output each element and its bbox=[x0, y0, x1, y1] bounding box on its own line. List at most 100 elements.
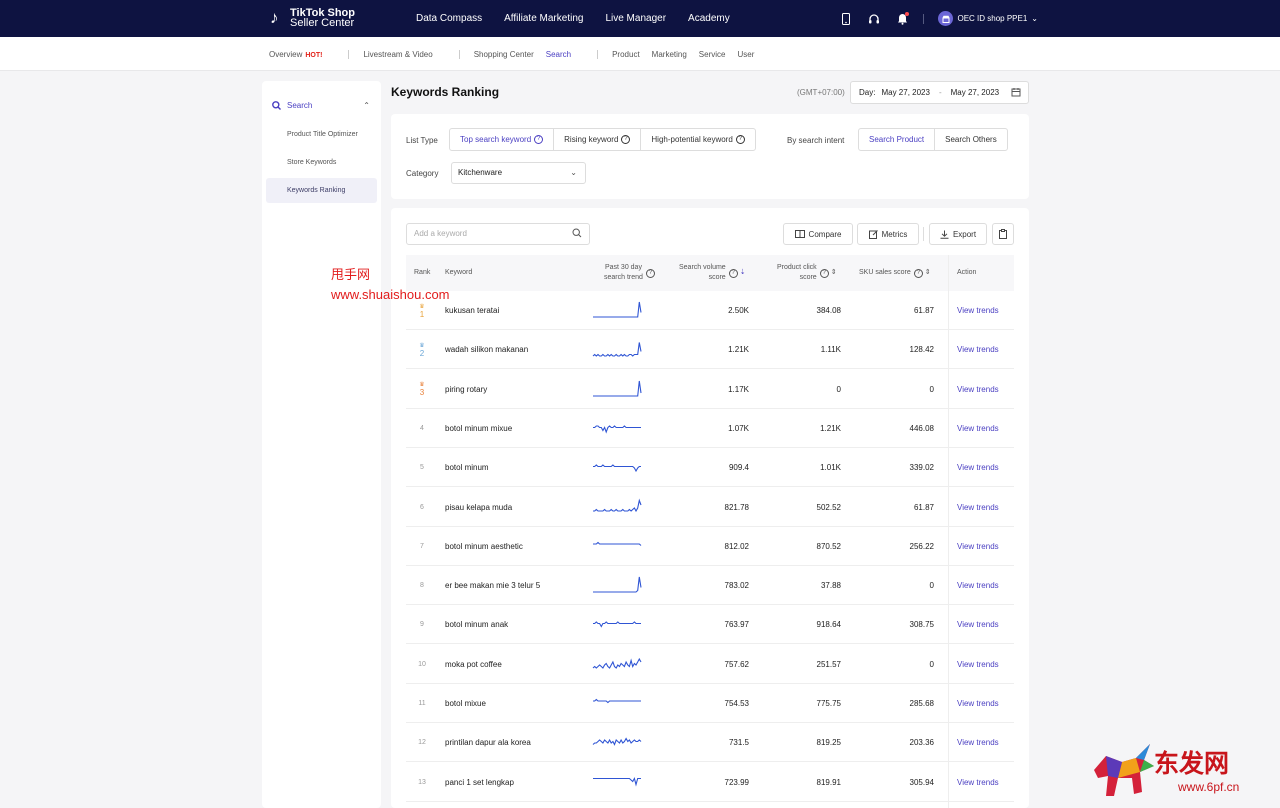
view-trends-link[interactable]: View trends bbox=[957, 448, 999, 487]
date-picker[interactable]: Day: May 27, 2023 - May 27, 2023 bbox=[850, 81, 1029, 104]
logo-line2: Seller Center bbox=[290, 17, 355, 29]
nav-affiliate-marketing[interactable]: Affiliate Marketing bbox=[504, 13, 583, 24]
view-trends-link[interactable]: View trends bbox=[957, 723, 999, 762]
keyword-cell: pisau kelapa muda bbox=[445, 502, 513, 512]
table-row: 8 er bee makan mie 3 telur 5 783.02 37.88 0 V… bbox=[406, 566, 1014, 606]
header-product-click[interactable]: Product click score ? ⇕ bbox=[777, 255, 837, 291]
subnav-livestream-video[interactable]: Livestream & Video bbox=[363, 50, 432, 59]
sidebar-item-keywords-ranking[interactable]: Keywords Ranking bbox=[266, 178, 377, 203]
view-trends-link[interactable]: View trends bbox=[957, 291, 999, 330]
watermark-brand-url: www.6pf.cn bbox=[1178, 780, 1240, 794]
sidebar-item-store-keywords[interactable]: Store Keywords bbox=[266, 150, 377, 175]
tiktok-shop-logo[interactable]: ♪ TikTok Shop Seller Center bbox=[270, 8, 355, 29]
keyword-cell: panci 1 set lengkap bbox=[445, 777, 514, 787]
trend-sparkline bbox=[593, 301, 642, 318]
trend-sparkline bbox=[593, 541, 642, 546]
table-row: 13 panci 1 set lengkap 723.99 819.91 305.94 V… bbox=[406, 763, 1014, 802]
search-volume-cell: 1.07K bbox=[728, 423, 749, 433]
product-click-cell: 819.91 bbox=[816, 777, 841, 787]
tab-search-others[interactable]: Search Others bbox=[935, 129, 1007, 150]
sku-sales-cell: 61.87 bbox=[913, 502, 934, 512]
view-trends-link[interactable]: View trends bbox=[957, 370, 999, 409]
view-trends-link[interactable]: View trends bbox=[957, 684, 999, 723]
table-row: ♛ 1 kukusan teratai 2.50K 384.08 61.87 View tr… bbox=[406, 291, 1014, 330]
subnav-service[interactable]: Service bbox=[699, 50, 726, 59]
tab-high-potential-keyword[interactable]: High-potential keyword? bbox=[641, 129, 754, 150]
search-volume-cell: 783.02 bbox=[724, 581, 749, 591]
view-trends-link[interactable]: View trends bbox=[957, 566, 999, 605]
subnav-product[interactable]: Product bbox=[612, 50, 640, 59]
timezone-label: (GMT+07:00) bbox=[797, 88, 845, 97]
trend-line bbox=[593, 301, 642, 318]
view-trends-link[interactable]: View trends bbox=[957, 645, 999, 684]
header-sku-sales[interactable]: SKU sales score ? ⇕ bbox=[859, 255, 931, 291]
product-click-cell: 918.64 bbox=[816, 620, 841, 630]
metrics-button[interactable]: Metrics bbox=[857, 223, 919, 245]
nav-data-compass[interactable]: Data Compass bbox=[416, 13, 482, 24]
category-label: Category bbox=[406, 169, 439, 178]
keyword-cell: piring rotary bbox=[445, 384, 488, 394]
table-row: 6 pisau kelapa muda 821.78 502.52 61.87 View … bbox=[406, 488, 1014, 527]
rank-cell: 13 bbox=[418, 778, 426, 786]
subnav-overview[interactable]: Overview HOT! bbox=[269, 50, 322, 59]
search-volume-cell: 821.78 bbox=[724, 502, 749, 512]
table-row: 4 botol minum mixue 1.07K 1.21K 446.08 View t… bbox=[406, 409, 1014, 448]
bell-icon[interactable] bbox=[895, 11, 910, 26]
search-volume-cell: 812.02 bbox=[724, 541, 749, 551]
page-title: Keywords Ranking bbox=[391, 85, 500, 99]
sku-sales-cell: 0 bbox=[929, 659, 934, 669]
rank-cell: 9 bbox=[420, 621, 424, 629]
help-icon: ? bbox=[819, 268, 829, 278]
shop-switcher[interactable]: OEC ID shop PPE1 ⌄ bbox=[938, 11, 1038, 26]
view-trends-link[interactable]: View trends bbox=[957, 409, 999, 448]
header-search-volume[interactable]: Search volume score ? ⇣ bbox=[679, 255, 746, 291]
view-trends-link[interactable]: View trends bbox=[957, 763, 999, 802]
table-header: Rank Keyword Past 30 day search trend ? S… bbox=[406, 255, 1014, 291]
view-trends-link[interactable]: View trends bbox=[957, 527, 999, 566]
tab-search-product[interactable]: Search Product bbox=[859, 129, 936, 150]
trend-line bbox=[593, 776, 641, 787]
subnav-user[interactable]: User bbox=[737, 50, 754, 59]
list-type-label: List Type bbox=[406, 136, 438, 145]
sidebar-section-search[interactable]: Search ⌃ bbox=[272, 101, 372, 110]
product-click-cell: 870.52 bbox=[816, 541, 841, 551]
hot-badge: HOT! bbox=[305, 51, 323, 59]
trend-line bbox=[593, 380, 642, 397]
trend-sparkline bbox=[593, 498, 642, 512]
keyword-search-input[interactable]: Add a keyword bbox=[406, 223, 590, 245]
table-row: 5 botol minum 909.4 1.01K 339.02 View trends bbox=[406, 448, 1014, 488]
download-icon bbox=[940, 230, 949, 239]
sku-sales-cell: 256.22 bbox=[909, 541, 934, 551]
trend-line bbox=[593, 464, 641, 473]
date-to: May 27, 2023 bbox=[950, 88, 1000, 97]
subnav-marketing[interactable]: Marketing bbox=[652, 50, 687, 59]
subnav-search[interactable]: Search bbox=[546, 50, 571, 59]
mobile-icon[interactable] bbox=[839, 12, 853, 26]
search-volume-cell: 1.21K bbox=[728, 345, 749, 355]
view-trends-link[interactable]: View trends bbox=[957, 488, 999, 527]
trend-sparkline bbox=[593, 464, 641, 473]
subnav-shopping-center[interactable]: Shopping Center bbox=[474, 50, 534, 59]
product-click-cell: 0 bbox=[836, 384, 841, 394]
headset-icon[interactable] bbox=[867, 12, 881, 26]
tab-rising-keyword[interactable]: Rising keyword? bbox=[554, 129, 642, 150]
view-trends-link[interactable]: View trends bbox=[957, 330, 999, 369]
export-button[interactable]: Export bbox=[929, 223, 987, 245]
view-trends-link[interactable]: View trends bbox=[957, 605, 999, 644]
bull-logo-icon bbox=[1094, 744, 1154, 796]
sidebar-item-product-title-optimizer[interactable]: Product Title Optimizer bbox=[266, 122, 377, 147]
clipboard-button[interactable] bbox=[992, 223, 1014, 245]
help-icon: ? bbox=[645, 268, 655, 278]
compare-button[interactable]: Compare bbox=[783, 223, 853, 245]
nav-academy[interactable]: Academy bbox=[688, 13, 730, 24]
trend-sparkline bbox=[593, 698, 641, 704]
table-row: 12 printilan dapur ala korea 731.5 819.25 20… bbox=[406, 723, 1014, 763]
trend-sparkline bbox=[593, 380, 642, 397]
tab-top-search-keyword[interactable]: Top search keyword? bbox=[450, 129, 555, 150]
keyword-cell: botol minum mixue bbox=[445, 423, 513, 433]
keyword-cell: kukusan teratai bbox=[445, 306, 500, 315]
category-select[interactable]: Kitchenware ⌄ bbox=[451, 162, 586, 184]
nav-live-manager[interactable]: Live Manager bbox=[605, 13, 666, 24]
trend-line bbox=[592, 737, 642, 747]
keyword-cell: er bee makan mie 3 telur 5 bbox=[445, 581, 541, 591]
